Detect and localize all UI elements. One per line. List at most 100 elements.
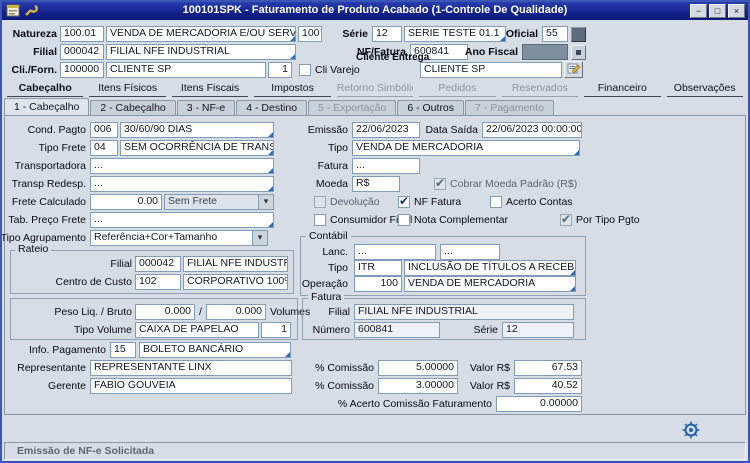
transportadora-field[interactable]: ... [90,158,274,174]
emissao-field[interactable]: 22/06/2023 [352,122,420,138]
fatura-serie-field[interactable]: 12 [502,322,574,338]
serie-code-field[interactable]: 12 [372,26,402,42]
ano-fiscal-browse-button[interactable] [571,45,586,60]
ship-wheel-button[interactable] [682,421,700,439]
frete-tipo-combo[interactable]: Sem Frete [164,194,274,210]
gerente-field[interactable]: FABIO GOUVEIA [90,378,292,394]
tipo-frete-code-field[interactable]: 04 [90,140,118,156]
fatura-filial-label: Filial [328,306,350,318]
contabil-tipo-desc-field[interactable]: INCLUSÃO DE TÍTULOS A RECEBER [404,260,576,276]
cli-varejo-checkbox[interactable] [299,64,311,76]
status-text: Emissão de NF-e Solicitada [17,445,154,457]
nf-fatura-checkbox[interactable] [398,196,410,208]
moeda-field[interactable]: R$ [352,176,400,192]
subtab-2-cabecalho[interactable]: 2 - Cabeçalho [90,100,175,115]
operacao-code-field[interactable]: 100 [354,276,402,292]
contabil-tipo-code-field[interactable]: ITR [354,260,402,276]
subtab-5-exportacao: 5 - Exportação [308,100,396,115]
centro-custo-code-field[interactable]: 102 [135,274,181,290]
natureza-code-field[interactable]: 100.01 [60,26,104,42]
rateio-filial-code-field[interactable]: 000042 [135,256,181,272]
maximize-button[interactable]: □ [709,4,726,18]
comissao2-field[interactable]: 3.00000 [378,378,458,394]
pencil-note-icon [567,62,581,77]
subtab-4-destino[interactable]: 4 - Destino [236,100,307,115]
rateio-filial-desc-field[interactable]: FILIAL NFE INDUSTRIAL 100% [183,256,288,272]
natureza-extra-field[interactable]: 100 [298,26,322,42]
valor1-label: Valor R$ [470,362,510,374]
acerto-contas-checkbox[interactable] [490,196,502,208]
consumidor-final-checkbox[interactable] [314,214,326,226]
tipo-agrupamento-combo[interactable]: Referência+Cor+Tamanho [90,230,268,246]
cli-varejo-label: Cli Varejo [315,64,360,76]
tab-observacoes[interactable]: Observações [667,82,743,97]
info-pagamento-code-field[interactable]: 15 [110,342,136,358]
comissao1-field[interactable]: 5.00000 [378,360,458,376]
tipo-volume-label: Tipo Volume [74,324,132,336]
transp-redesp-field[interactable]: ... [90,176,274,192]
tipo-frete-desc-field[interactable]: SEM OCORRÊNCIA DE TRANSPORTE [120,140,274,156]
valor1-field[interactable]: 67.53 [514,360,582,376]
ano-fiscal-label: Ano Fiscal [465,46,518,58]
tipo-field[interactable]: VENDA DE MERCADORIA [352,140,580,156]
serie-desc-field[interactable]: SERIE TESTE 01.1 [404,26,506,42]
info-pagamento-desc-field[interactable]: BOLETO BANCÁRIO [139,342,291,358]
close-button[interactable]: × [728,4,745,18]
subtab-1-cabecalho[interactable]: 1 - Cabeçalho [4,98,89,115]
cli-forn-desc-field[interactable]: CLIENTE SP [106,62,266,78]
cli-forn-code-field[interactable]: 100000 [60,62,104,78]
data-saida-field[interactable]: 22/06/2023 00:00:00 [482,122,582,138]
subtab-3-nfe[interactable]: 3 - NF-e [177,100,236,115]
valor2-field[interactable]: 40.52 [514,378,582,394]
tab-itens-fiscais[interactable]: Itens Fiscais [172,82,248,97]
peso-liquido-field[interactable]: 0.000 [135,304,195,320]
volumes-qty-field[interactable]: 1 [261,322,291,338]
ano-fiscal-field[interactable] [522,44,568,60]
fatura-field[interactable]: ... [352,158,420,174]
tipo-volume-field[interactable]: CAIXA DE PAPELAO [135,322,259,338]
peso-bruto-field[interactable]: 0.000 [206,304,266,320]
acerto-comissao-label: % Acerto Comissão Faturamento [338,398,492,410]
tab-cabecalho[interactable]: Cabeçalho [7,82,83,97]
numero-field[interactable]: 600841 [354,322,440,338]
tab-itens-fisicos[interactable]: Itens Físicos [89,82,165,97]
serie-label: Série [342,28,368,40]
tab-impostos[interactable]: Impostos [254,82,330,97]
data-saida-label: Data Saída [425,124,478,136]
lanc-field-2[interactable]: ... [440,244,500,260]
lanc-label: Lanc. [322,246,348,258]
subtab-6-outros[interactable]: 6 - Outros [397,100,464,115]
oficial-field[interactable]: 55 [542,26,568,42]
transportadora-label: Transportadora [15,160,86,172]
natureza-label: Natureza [13,28,57,40]
fatura-filial-field[interactable]: FILIAL NFE INDUSTRIAL [354,304,574,320]
contabil-tipo-label: Tipo [328,262,348,274]
natureza-desc-field[interactable]: VENDA DE MERCADORIA E/OU SERVI [106,26,296,42]
filial-desc-field[interactable]: FILIAL NFE INDUSTRIAL [106,44,296,60]
cond-pagto-code-field[interactable]: 006 [90,122,118,138]
filial-code-field[interactable]: 000042 [60,44,104,60]
representante-field[interactable]: REPRESENTANTE LINX [90,360,292,376]
comissao1-label: % Comissão [315,362,374,374]
minimize-button[interactable]: − [690,4,707,18]
peso-separator: / [199,306,202,318]
frete-calculado-field[interactable]: 0.00 [90,194,162,210]
nota-complementar-checkbox[interactable] [398,214,410,226]
acerto-comissao-field[interactable]: 0.00000 [496,396,582,412]
cobrar-moeda-checkbox[interactable] [434,178,446,190]
comissao2-label: % Comissão [315,380,374,392]
devolucao-checkbox[interactable] [314,196,326,208]
cond-pagto-desc-field[interactable]: 30/60/90 DIAS [120,122,274,138]
tipo-frete-label: Tipo Frete [39,142,86,154]
centro-custo-desc-field[interactable]: CORPORATIVO 100% [183,274,288,290]
tab-financeiro[interactable]: Financeiro [584,82,660,97]
oficial-action-button[interactable] [571,27,586,42]
cli-forn-extra-field[interactable]: 1 [268,62,292,78]
tab-preco-frete-field[interactable]: ... [90,212,274,228]
lanc-field-1[interactable]: ... [354,244,436,260]
cliente-entrega-edit-button[interactable] [564,61,583,78]
operacao-desc-field[interactable]: VENDA DE MERCADORIA [404,276,576,292]
cliente-entrega-field[interactable]: CLIENTE SP [420,62,562,78]
nota-complementar-label: Nota Complementar [414,214,508,226]
por-tipo-pgto-checkbox[interactable] [560,214,572,226]
